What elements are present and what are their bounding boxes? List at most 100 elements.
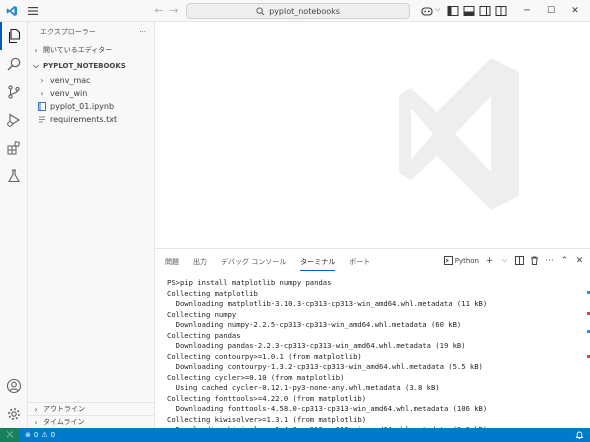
tree-item-label: venv_mac [50, 76, 91, 85]
terminal-line: Collecting matplotlib [167, 288, 258, 298]
tab-terminal[interactable]: ターミナル [300, 257, 336, 271]
more-actions-icon[interactable]: ··· [545, 256, 554, 266]
terminal-line: Downloading pandas-2.2.3-cp313-cp313-win… [167, 341, 466, 350]
forward-button[interactable]: → [168, 4, 180, 18]
back-button[interactable]: ← [153, 4, 165, 18]
explorer-sidebar: エクスプローラー ··· › 開いているエディター ⌵ PYPLOT_NOTEB… [28, 22, 155, 428]
terminal-selector[interactable]: Python [443, 256, 479, 265]
source-control-button[interactable] [0, 78, 28, 106]
terminal-line: Collecting numpy [167, 309, 237, 319]
notifications-button[interactable] [575, 428, 584, 442]
customize-layout-icon[interactable] [494, 4, 508, 18]
terminal-line: Downloading contourpy-1.3.2-cp313-cp313-… [167, 362, 483, 371]
gear-icon [8, 408, 20, 420]
tab-debug-console[interactable]: デバッグ コンソール [221, 257, 286, 271]
panel-actions: Python + ⌵ ··· ⌃ ✕ [443, 256, 584, 266]
toggle-sidebar-icon[interactable] [446, 4, 460, 18]
search-view-button[interactable] [0, 50, 28, 78]
menu-icon[interactable] [26, 4, 40, 18]
open-editors-label: 開いているエディター [43, 46, 113, 54]
run-debug-button[interactable] [0, 106, 28, 134]
vscode-watermark-icon [399, 58, 519, 210]
error-count: 0 [33, 431, 39, 439]
outline-label: アウトライン [43, 405, 85, 413]
terminal-line: Collecting contourpy>=1.0.1 (from matplo… [167, 351, 362, 361]
testing-button[interactable] [0, 162, 28, 190]
terminal-line: Downloading numpy-2.2.5-cp313-cp313-win_… [167, 320, 462, 329]
open-editors-section[interactable]: › 開いているエディター [28, 42, 154, 58]
extensions-icon [7, 141, 20, 155]
maximize-panel-icon[interactable]: ⌃ [560, 256, 569, 266]
terminal-line: Collecting kiwisolver>=1.3.1 (from matpl… [167, 414, 367, 424]
title-bar: ← → pyplot_notebooks ⌵ ─ ☐ ✕ [0, 0, 590, 22]
terminal-line: Using cached cycler-0.12.1-py3-none-any.… [167, 383, 440, 392]
sidebar-header: エクスプローラー ··· [28, 22, 154, 42]
terminal-line: Downloading matplotlib-3.10.3-cp313-cp31… [167, 299, 488, 308]
chevron-right-icon: › [34, 404, 38, 414]
timeline-label: タイムライン [43, 418, 85, 426]
outline-section[interactable]: › アウトライン [28, 402, 155, 415]
new-terminal-icon[interactable]: + [485, 256, 494, 266]
terminal-name: Python [454, 256, 479, 265]
chevron-right-icon: › [34, 417, 38, 427]
close-panel-icon[interactable]: ✕ [575, 256, 584, 266]
tree-item-label: venv_win [50, 89, 88, 98]
explorer-icon [8, 28, 21, 44]
extensions-button[interactable] [0, 134, 28, 162]
tree-item-pyplot-notebook[interactable]: pyplot_01.ipynb [28, 100, 154, 113]
sidebar-title: エクスプローラー [40, 28, 96, 36]
chevron-right-icon: › [40, 89, 44, 98]
editor-area[interactable] [155, 22, 590, 248]
terminal-output[interactable]: PS>pip install matplotlib numpy pandas Co… [167, 278, 577, 436]
search-icon [256, 6, 265, 15]
warning-count: 0 [50, 431, 56, 439]
project-section[interactable]: ⌵ PYPLOT_NOTEBOOKS [28, 58, 154, 74]
terminal-line: Collecting pandas [167, 330, 241, 340]
tab-problems[interactable]: 問題 [165, 257, 179, 271]
tab-output[interactable]: 出力 [193, 257, 207, 271]
terminal-dropdown-icon[interactable]: ⌵ [500, 256, 509, 265]
bell-icon [575, 431, 584, 439]
command-center-search[interactable]: pyplot_notebooks [186, 3, 410, 19]
terminal-line: PS>pip install matplotlib numpy pandas [167, 278, 332, 287]
copilot-icon[interactable] [420, 4, 434, 18]
chevron-down-icon: ⌵ [32, 61, 40, 70]
testing-icon [8, 169, 20, 183]
status-bar: ⤫ ⊗ 0 ⚠ 0 [0, 428, 590, 442]
split-terminal-icon[interactable] [515, 256, 524, 265]
explorer-button[interactable] [0, 22, 28, 50]
terminal-line: Collecting fonttools>=4.22.0 (from matpl… [167, 393, 367, 403]
text-file-icon [39, 116, 45, 123]
search-text: pyplot_notebooks [269, 6, 340, 16]
project-label: PYPLOT_NOTEBOOKS [43, 62, 126, 70]
problems-indicator[interactable]: ⊗ 0 ⚠ 0 [20, 431, 55, 439]
trash-icon[interactable] [530, 256, 539, 265]
tree-item-label: requirements.txt [50, 115, 118, 124]
terminal-line: Downloading fonttools-4.58.0-cp313-cp313… [167, 404, 488, 413]
bottom-panel: 問題 出力 デバッグ コンソール ターミナル ポート Python + ⌵ ··… [155, 248, 590, 434]
toggle-secondary-sidebar-icon[interactable] [478, 4, 492, 18]
tree-item-venv-win[interactable]: › venv_win [28, 87, 154, 100]
more-actions-icon[interactable]: ··· [139, 28, 146, 36]
tree-item-requirements[interactable]: requirements.txt [28, 113, 154, 126]
search-icon [7, 57, 21, 71]
panel-tabs: 問題 出力 デバッグ コンソール ターミナル ポート [165, 257, 370, 271]
toggle-panel-icon[interactable] [462, 4, 476, 18]
warning-icon: ⚠ [41, 431, 48, 439]
terminal-icon [443, 256, 453, 265]
tree-item-venv-mac[interactable]: › venv_mac [28, 74, 154, 87]
activity-bar [0, 22, 28, 428]
tab-ports[interactable]: ポート [349, 257, 370, 271]
manage-button[interactable] [0, 400, 28, 428]
run-debug-icon [7, 113, 21, 127]
close-button[interactable]: ✕ [560, 0, 590, 22]
copilot-dropdown-icon[interactable]: ⌵ [435, 5, 440, 14]
notebook-icon [38, 102, 46, 111]
source-control-icon [8, 85, 20, 99]
accounts-icon [6, 378, 22, 394]
timeline-section[interactable]: › タイムライン [28, 415, 155, 428]
error-icon: ⊗ [25, 431, 31, 439]
chevron-right-icon: › [40, 76, 44, 85]
accounts-button[interactable] [0, 372, 28, 400]
remote-indicator[interactable]: ⤫ [0, 428, 20, 442]
